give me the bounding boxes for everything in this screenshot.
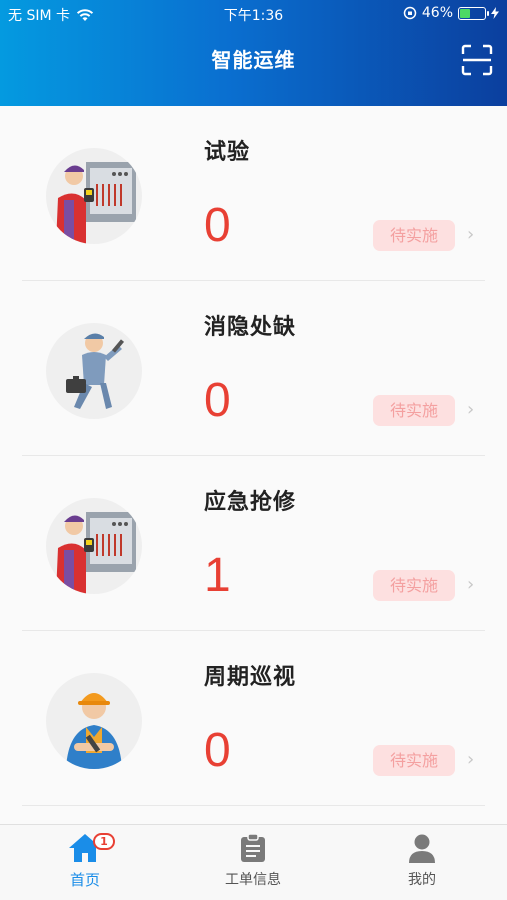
- tab-label: 我的: [408, 872, 436, 888]
- task-card-title: 试验: [204, 140, 251, 165]
- chevron-right-icon: ›: [467, 224, 475, 245]
- task-card-count: 0: [204, 724, 231, 777]
- task-card-defect[interactable]: 消隐处缺 0 待实施 ›: [22, 281, 485, 456]
- notification-badge: 1: [93, 833, 115, 850]
- tab-work-orders[interactable]: 工单信息: [193, 833, 313, 889]
- tab-home[interactable]: 首页 1: [25, 833, 145, 890]
- app-header: 无 SIM 卡 下午1:36 46% 智能运维: [0, 0, 507, 106]
- worker-icon: [46, 673, 142, 769]
- tab-label: 工单信息: [225, 872, 281, 888]
- task-card-title: 周期巡视: [204, 665, 297, 690]
- task-card-count: 0: [204, 374, 231, 427]
- tab-profile[interactable]: 我的: [362, 833, 482, 889]
- status-badge: 待实施: [373, 570, 455, 601]
- chevron-right-icon: ›: [467, 574, 475, 595]
- status-badge: 待实施: [373, 220, 455, 251]
- task-card-count: 0: [204, 199, 231, 252]
- electrician-icon: [46, 498, 142, 594]
- chevron-right-icon: ›: [467, 399, 475, 420]
- task-list: 试验 0 待实施 › 消隐处缺 0 待实施 › 应急抢修 1 待实施 › 周期巡…: [0, 106, 507, 824]
- task-card-title: 消隐处缺: [204, 315, 297, 340]
- battery-icon: [458, 6, 489, 20]
- status-bar: 无 SIM 卡 下午1:36 46%: [0, 0, 507, 28]
- clipboard-icon: [241, 833, 265, 862]
- charging-icon: [491, 7, 499, 19]
- scan-icon[interactable]: [461, 44, 493, 76]
- tab-label: 首页: [69, 871, 100, 889]
- repairman-icon: [46, 323, 142, 419]
- orientation-lock-icon: [403, 6, 417, 20]
- task-card-inspection[interactable]: 周期巡视 0 待实施 ›: [22, 631, 485, 806]
- task-card-emergency[interactable]: 应急抢修 1 待实施 ›: [22, 456, 485, 631]
- status-badge: 待实施: [373, 395, 455, 426]
- battery-level: [460, 8, 470, 18]
- battery-percent: 46%: [421, 5, 453, 21]
- electrician-icon: [46, 148, 142, 244]
- user-icon: [409, 834, 435, 863]
- task-card-title: 应急抢修: [204, 490, 297, 515]
- chevron-right-icon: ›: [467, 749, 475, 770]
- tab-bar: 首页 1 工单信息 我的: [0, 824, 507, 900]
- task-card-count: 1: [204, 549, 231, 602]
- status-badge: 待实施: [373, 745, 455, 776]
- page-title: 智能运维: [211, 48, 296, 72]
- task-card-test[interactable]: 试验 0 待实施 ›: [22, 106, 485, 281]
